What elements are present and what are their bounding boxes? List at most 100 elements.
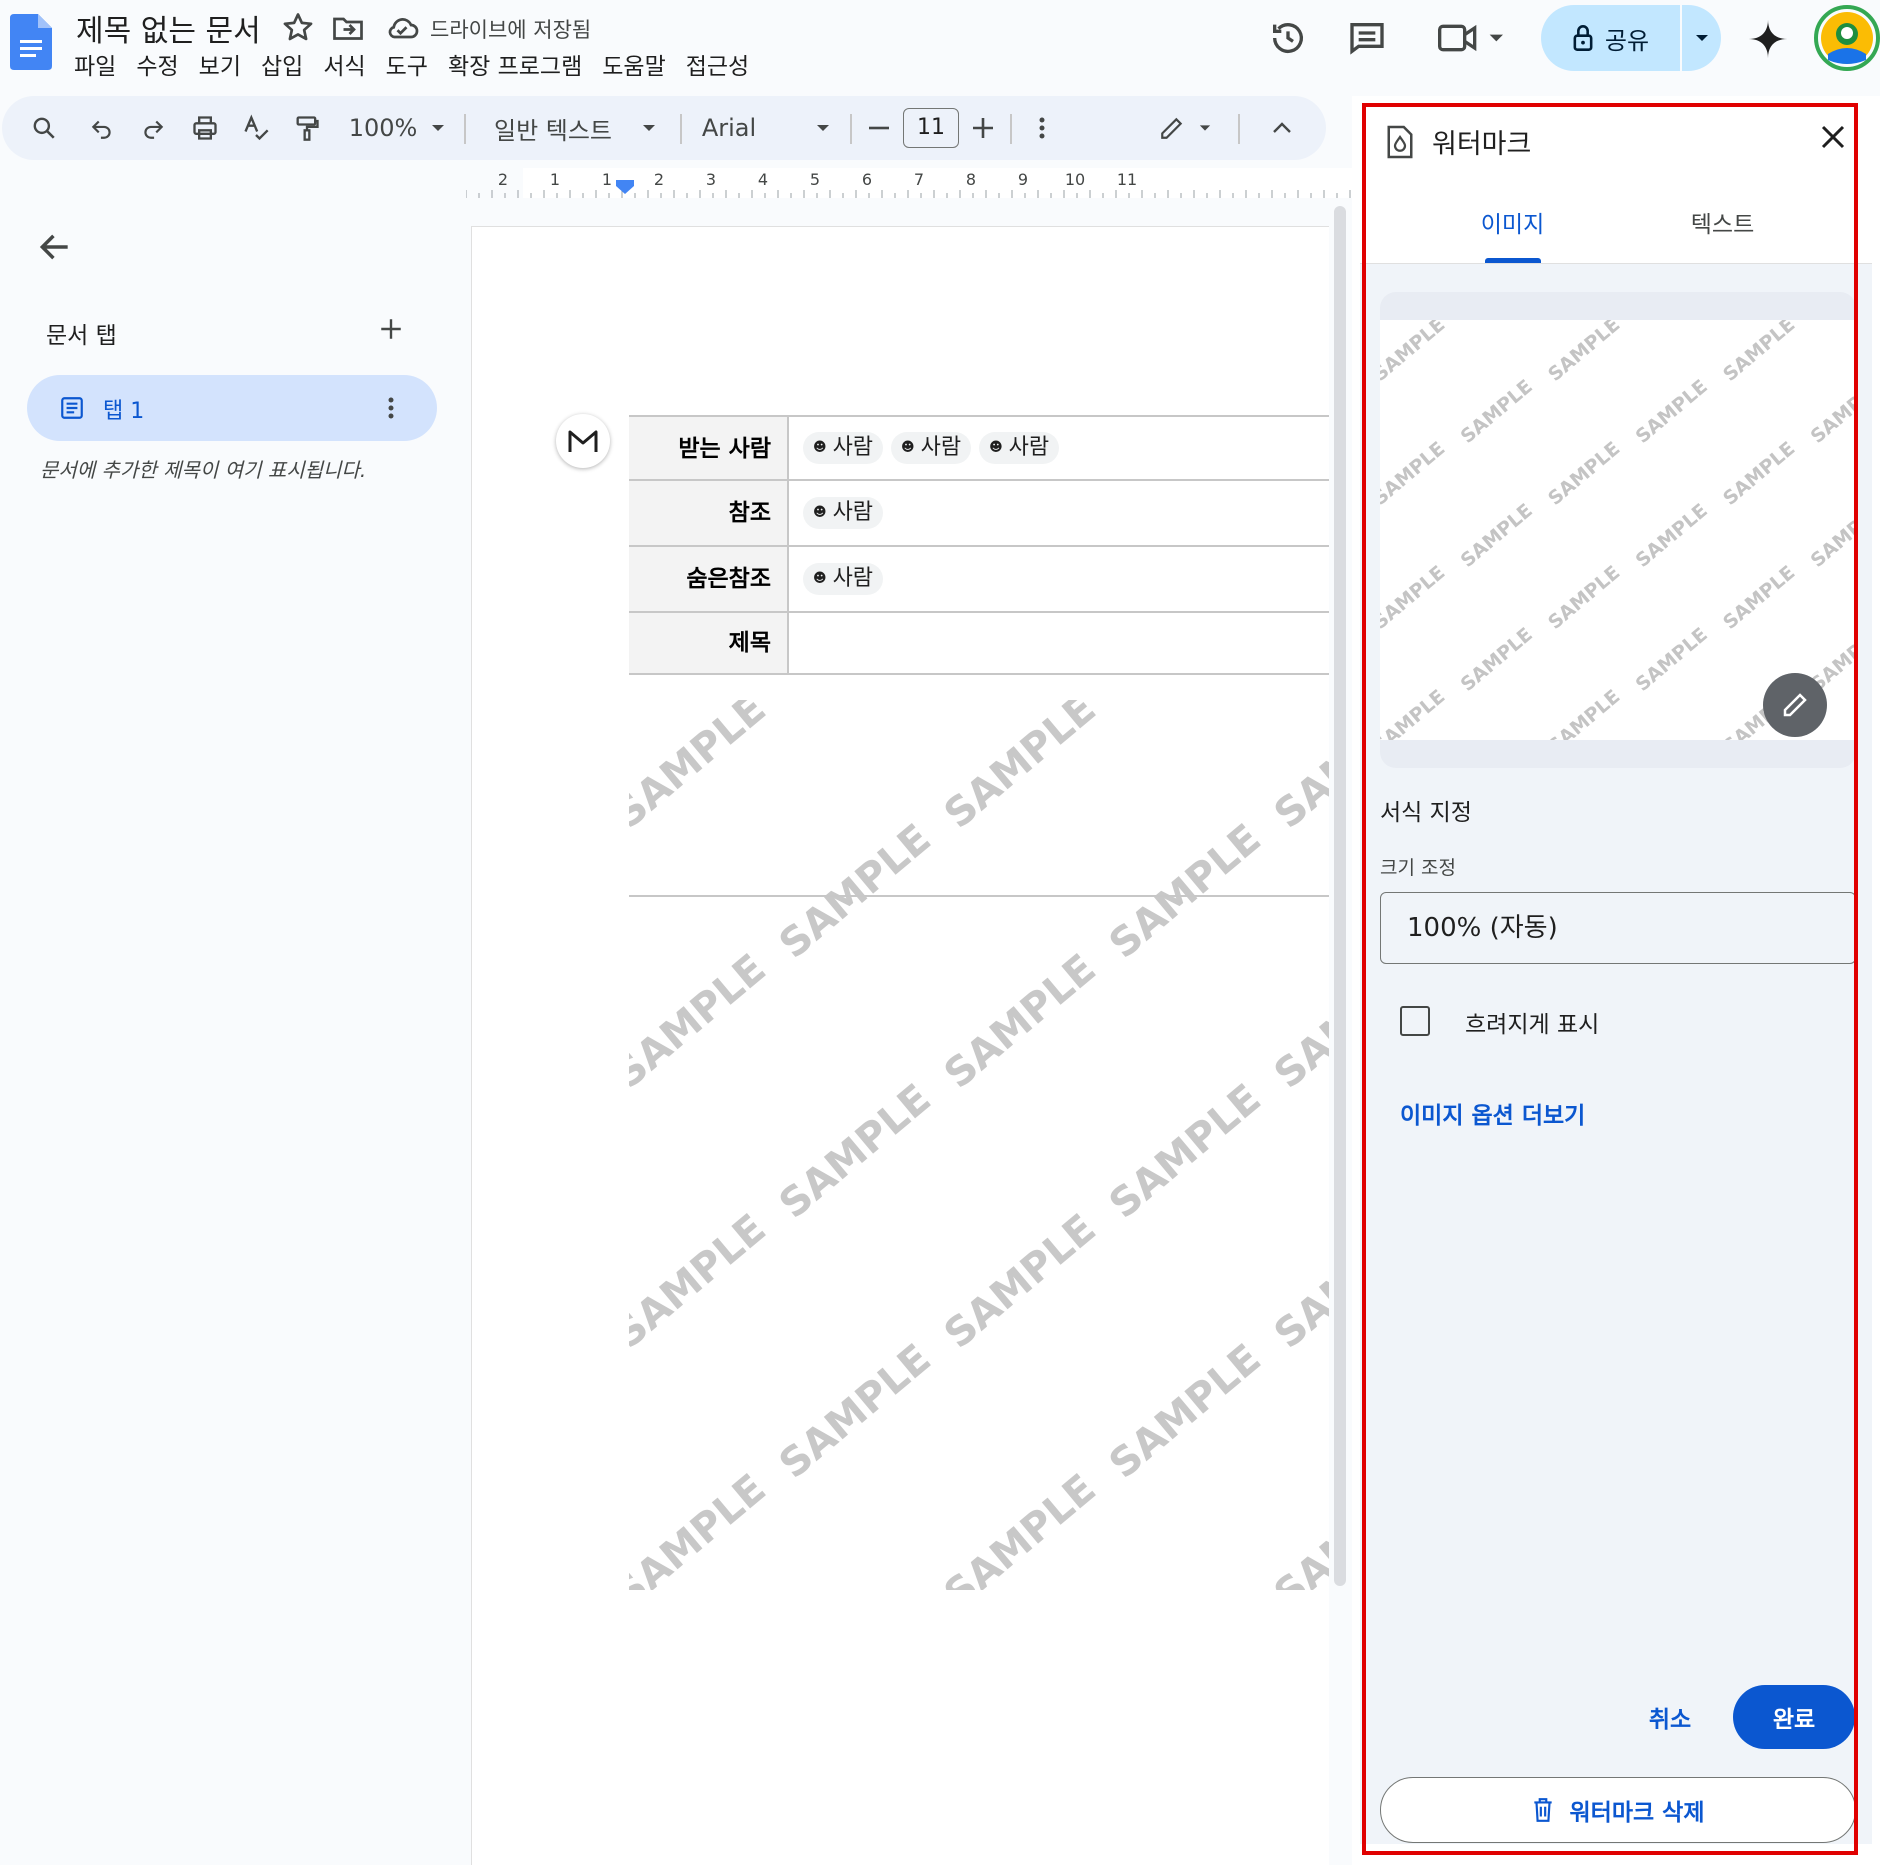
email-label-subject: 제목 — [629, 613, 789, 673]
menu-edit[interactable]: 수정 — [126, 50, 188, 84]
menu-view[interactable]: 보기 — [189, 50, 251, 84]
cancel-button[interactable]: 취소 — [1620, 1685, 1720, 1749]
ruler-number: 10 — [1065, 170, 1085, 189]
watermark-text: SAMPLE — [1266, 946, 1329, 1098]
watermark-text: SAMPLE — [1101, 816, 1270, 968]
email-row-cc: 참조 ☻ 사람 — [629, 481, 1329, 547]
font-value: Arial — [701, 114, 757, 142]
editing-mode-select[interactable] — [1152, 96, 1218, 160]
chevron-down-icon — [1199, 125, 1211, 131]
email-value-cc[interactable]: ☻ 사람 — [789, 481, 1329, 545]
watermark-text: SAMPLE — [1632, 375, 1712, 447]
gemini-icon[interactable] — [1747, 18, 1789, 60]
tab-hint-text: 문서에 추가한 제목이 여기 표시됩니다. — [40, 458, 367, 482]
print-icon[interactable] — [185, 96, 225, 160]
tab-options-icon[interactable] — [388, 395, 394, 421]
scrollbar[interactable] — [1334, 206, 1346, 1586]
share-button[interactable]: 공유 — [1541, 5, 1679, 71]
menu-format[interactable]: 서식 — [313, 50, 375, 84]
star-icon[interactable] — [280, 10, 316, 46]
menu-tools[interactable]: 도구 — [376, 50, 438, 84]
watermark-text: SAMPLE — [1457, 320, 1537, 324]
decrease-font-size-icon[interactable] — [864, 96, 894, 160]
watermark-text: SAMPLE — [1101, 700, 1270, 708]
watermark-text: SAMPLE — [1544, 320, 1624, 386]
person-chip[interactable]: ☻ 사람 — [803, 432, 884, 464]
more-image-options-link[interactable]: 이미지 옵션 더보기 — [1400, 1096, 1585, 1130]
person-chip[interactable]: ☻ 사람 — [891, 432, 972, 464]
trash-icon — [1533, 1798, 1552, 1822]
paragraph-style-select[interactable]: 일반 텍스트 — [482, 96, 668, 160]
tab-image[interactable]: 이미지 — [1450, 205, 1575, 265]
menu-bar: 파일 수정 보기 삽입 서식 도구 확장 프로그램 도움말 접근성 — [64, 50, 759, 84]
document-tab-1[interactable]: 탭 1 — [27, 375, 437, 441]
scale-select[interactable]: 100% (자동) — [1380, 892, 1856, 964]
history-icon[interactable] — [1268, 18, 1308, 58]
watermark-text: SAMPLE — [629, 1466, 775, 1590]
watermark-text: SAMPLE — [1807, 499, 1856, 571]
lock-icon — [1571, 24, 1595, 52]
watermark-text: SAMPLE — [771, 1336, 940, 1488]
edit-image-button[interactable] — [1763, 673, 1827, 737]
email-row-bcc: 숨은참조 ☻ 사람 — [629, 547, 1329, 613]
back-arrow-icon[interactable] — [36, 228, 74, 266]
menu-extensions[interactable]: 확장 프로그램 — [438, 50, 592, 84]
watermark-text: SAMPLE — [936, 700, 1105, 838]
ruler-number: 5 — [810, 170, 820, 189]
tab-label: 탭 1 — [103, 399, 145, 424]
toolbar-divider — [680, 114, 682, 144]
menu-file[interactable]: 파일 — [64, 50, 126, 84]
ruler[interactable]: 2 1 1 2 3 4 5 6 7 8 9 10 11 — [466, 168, 1356, 198]
more-icon[interactable] — [1026, 96, 1058, 160]
watermark-text: SAMPLE — [1380, 320, 1449, 386]
share-divider — [1680, 5, 1682, 71]
email-value-bcc[interactable]: ☻ 사람 — [789, 547, 1329, 611]
font-select[interactable]: Arial — [698, 96, 834, 160]
meet-icon[interactable] — [1436, 18, 1510, 58]
email-label-bcc: 숨은참조 — [629, 547, 789, 611]
docs-logo[interactable] — [10, 14, 52, 70]
scale-label: 크기 조정 — [1380, 857, 1456, 879]
share-options-button[interactable] — [1683, 5, 1721, 71]
person-chip[interactable]: ☻ 사람 — [803, 497, 884, 529]
zoom-select[interactable]: 100% — [338, 96, 456, 160]
close-icon[interactable] — [1818, 122, 1848, 152]
tab-text[interactable]: 텍스트 — [1660, 205, 1785, 265]
menu-insert[interactable]: 삽입 — [251, 50, 313, 84]
watermark-text: SAMPLE — [771, 816, 940, 968]
fade-checkbox[interactable] — [1400, 1006, 1430, 1036]
watermark-text: SAMPLE — [629, 946, 775, 1098]
search-menus-icon[interactable] — [24, 96, 64, 160]
paint-format-icon[interactable] — [287, 96, 327, 160]
done-button[interactable]: 완료 — [1733, 1685, 1855, 1749]
ruler-number: 7 — [914, 170, 924, 189]
watermark-text: SAMPLE — [1719, 561, 1799, 633]
ruler-number: 8 — [966, 170, 976, 189]
spellcheck-icon[interactable] — [236, 96, 276, 160]
toolbar-divider — [464, 114, 466, 144]
move-folder-icon[interactable] — [330, 10, 366, 46]
person-chip[interactable]: ☻ 사람 — [979, 432, 1060, 464]
comment-icon[interactable] — [1347, 18, 1387, 58]
watermark-text: SAMPLE — [936, 946, 1105, 1098]
font-size-input[interactable]: 11 — [902, 96, 960, 160]
person-chip[interactable]: ☻ 사람 — [803, 563, 884, 595]
watermark-text: SAMPLE — [629, 1206, 775, 1358]
email-value-to[interactable]: ☻ 사람 ☻ 사람 ☻ 사람 — [789, 417, 1329, 479]
menu-help[interactable]: 도움말 — [592, 50, 675, 84]
fade-label[interactable]: 흐려지게 표시 — [1465, 1005, 1599, 1039]
avatar[interactable] — [1814, 2, 1880, 72]
add-tab-icon[interactable] — [378, 316, 404, 342]
menu-accessibility[interactable]: 접근성 — [676, 50, 759, 84]
watermark-text: SAMPLE — [1380, 685, 1449, 740]
email-value-subject[interactable] — [789, 613, 1329, 673]
undo-icon[interactable] — [82, 96, 122, 160]
cloud-saved-icon[interactable] — [384, 10, 420, 46]
delete-watermark-button[interactable]: 워터마크 삭제 — [1380, 1777, 1856, 1843]
gmail-icon[interactable] — [556, 414, 610, 468]
redo-icon[interactable] — [133, 96, 173, 160]
ruler-number: 4 — [758, 170, 768, 189]
increase-font-size-icon[interactable] — [968, 96, 998, 160]
collapse-menus-icon[interactable] — [1264, 96, 1300, 160]
document-title[interactable]: 제목 없는 문서 — [76, 6, 261, 50]
